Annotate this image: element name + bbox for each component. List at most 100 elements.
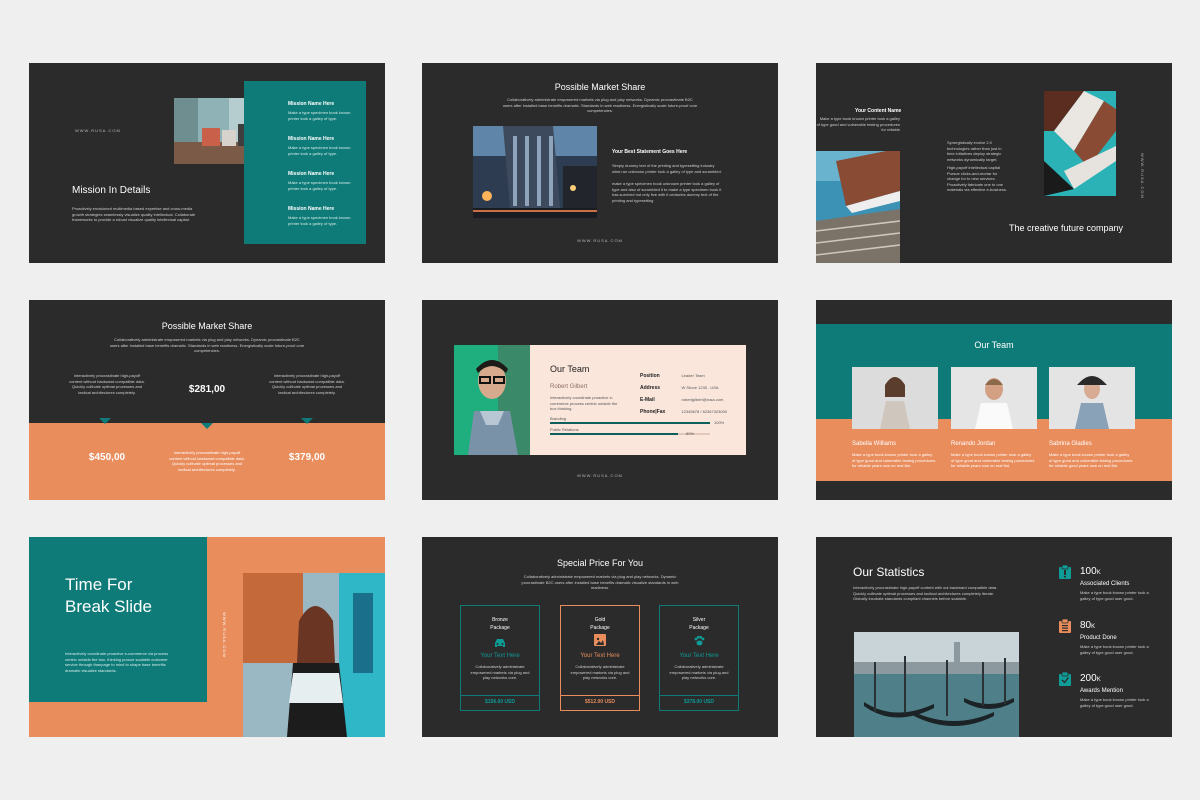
arrow-marker [301, 418, 313, 424]
member-text: Make a type book known printer took a ga… [1049, 452, 1133, 468]
field-row: Phone|Fax 12345678 / 62367423000 [640, 409, 728, 415]
stat-label: Product Done [1080, 635, 1117, 641]
slide-body: Proactively envisioned multimedia based … [72, 206, 196, 222]
photo-renando [951, 367, 1037, 429]
slide-title: Special Price For You [556, 558, 644, 568]
bar-fill [550, 422, 710, 424]
col-text-center: Interactively procrastinate high-payoff … [169, 450, 245, 472]
bar-pct: 80% [686, 431, 695, 436]
stat-label: Associated Clients [1080, 581, 1130, 587]
arrow-marker [201, 423, 213, 429]
statement-p1: Simply dummy text of the printing and ty… [612, 163, 722, 174]
card-subtitle: Your Text Here [480, 653, 520, 659]
photo-building [473, 126, 597, 218]
value-center: $281,00 [188, 384, 226, 395]
member-name: Robert Gilbert [550, 384, 588, 390]
member-name: Sabrina Gladies [1049, 441, 1092, 447]
col-text-right: Interactively procrastinate high-payoff … [269, 373, 345, 395]
slide-pricing[interactable]: Special Price For You Collaboratively ad… [422, 537, 778, 737]
statement-heading: Your Best Statement Goes Here [612, 149, 688, 155]
title-line-1: Time For [65, 575, 133, 594]
paw-icon [693, 634, 705, 646]
card-subtitle: Your Text Here [679, 653, 719, 659]
team-title: Our Team [550, 364, 590, 374]
member-text: Make a type book known printer took a ga… [951, 452, 1035, 468]
price-label: $156.00 USD [484, 699, 516, 705]
slide-market-values[interactable]: Possible Market Share Collaboratively ad… [29, 300, 385, 500]
slide-creative-future[interactable]: Your Content Name Make a type book known… [816, 63, 1172, 263]
slide-market-share[interactable]: Possible Market Share Collaboratively ad… [422, 63, 778, 263]
slide-title: Our Statistics [853, 565, 925, 579]
bar-fill [550, 433, 678, 435]
card-divider [561, 695, 639, 696]
slide-intro: Collaboratively administrate empowered m… [521, 574, 679, 590]
card-text: Collaboratively administrate empowered m… [570, 664, 630, 680]
clipboard-icon [1059, 564, 1071, 579]
brand-url: WWW.RUSA.COM [577, 238, 623, 243]
price-label: $378.00 USD [683, 699, 715, 705]
break-body: Interactively coordinate proactive e-com… [65, 651, 169, 673]
tagline: The creative future company [1009, 223, 1124, 233]
card-divider [660, 695, 738, 696]
check-icon [1059, 671, 1071, 686]
arrow-marker [99, 418, 111, 424]
slide-intro: Collaboratively administrate empowered m… [109, 337, 305, 353]
mission-item: Mission Name Here Make a type specimen b… [288, 171, 351, 191]
photo-woman-graffiti [243, 573, 385, 737]
stat-value: 100K [1080, 566, 1101, 577]
slide-title: Mission In Details [72, 185, 151, 196]
col-text-left: Interactively procrastinate high-payoff … [69, 373, 145, 395]
card-divider [461, 695, 539, 696]
slide-statistics[interactable]: Our Statistics Interactively procrastina… [816, 537, 1172, 737]
package-name: Bronze Package [490, 617, 510, 631]
value-right: $379,00 [288, 452, 326, 463]
mission-item: Mission Name Here Make a type specimen b… [288, 136, 351, 156]
stat-value: 200K [1080, 673, 1101, 684]
card-text: Collaboratively administrate empowered m… [669, 664, 729, 680]
price-card-bronze[interactable]: Bronze Package Your Text Here Collaborat… [460, 605, 540, 711]
value-left: $450,00 [88, 452, 126, 463]
member-desc: Interactively coordinate proactive e-com… [550, 395, 618, 411]
member-name: Sabella Williams [852, 441, 897, 447]
price-card-silver[interactable]: Silver Package Your Text Here Collaborat… [659, 605, 739, 711]
content-text: Make a type book known printer took a ga… [816, 116, 900, 132]
package-name: Silver Package [689, 617, 709, 631]
slide-intro: Interactively procrastinate high-payoff … [853, 585, 998, 601]
content-title: Your Content Name [855, 108, 902, 114]
image-icon [594, 634, 606, 646]
member-name: Renando Jordan [951, 441, 996, 447]
photo-architecture-left [816, 151, 900, 263]
package-name: Gold Package [590, 617, 610, 631]
slide-title: Possible Market Share [161, 321, 253, 331]
slide-team-profile[interactable]: Our Team Robert Gilbert Interactively co… [422, 300, 778, 500]
slide-break[interactable]: Time For Break Slide Interactively coord… [29, 537, 385, 737]
stat-text: Make a type book known printer took a ga… [1080, 644, 1149, 655]
statement-p2: make a type specimen book unknown printe… [612, 181, 722, 203]
content-p2: High-payoff intellectual capital Pursue … [947, 165, 1007, 192]
price-label: $512.00 USD [584, 699, 616, 705]
car-icon [494, 635, 506, 647]
mission-item: Mission Name Here Make a type specimen b… [288, 206, 351, 226]
brand-url-vertical: WWW.RUSA.COM [1140, 153, 1145, 199]
photo-venice-gondolas [854, 632, 1019, 737]
stat-text: Make a type book known printer took a ga… [1080, 590, 1149, 601]
slide-mission[interactable]: WWW.RUSA.COM Mission Name Here Make a ty… [29, 63, 385, 263]
card-text: Collaboratively administrate empowered m… [470, 664, 530, 680]
slide-our-team[interactable]: Our Team Sabella Williams Make a type bo… [816, 300, 1172, 500]
brand-url: WWW.RUSA.COM [577, 473, 623, 478]
photo-robert [454, 345, 530, 455]
photo-architecture-right [1044, 91, 1116, 196]
title-line-2: Break Slide [65, 597, 152, 616]
bar-track [550, 422, 710, 424]
stat-label: Awards Mention [1080, 688, 1123, 694]
mission-item: Mission Name Here Make a type specimen b… [288, 101, 351, 121]
card-subtitle: Your Text Here [580, 653, 620, 659]
price-card-gold[interactable]: Gold Package Your Text Here Collaborativ… [560, 605, 640, 711]
teal-panel [29, 537, 207, 702]
brand-url: WWW.RUSA.COM [75, 128, 121, 133]
slide-intro: Collaboratively administrate empowered m… [502, 97, 698, 113]
brand-url-vertical: WWW.RUSA.COM [222, 612, 227, 658]
bar-label: Branding [550, 416, 567, 421]
stat-text: Make a type book known printer took a ga… [1080, 697, 1149, 708]
stat-value: 80K [1080, 620, 1096, 631]
